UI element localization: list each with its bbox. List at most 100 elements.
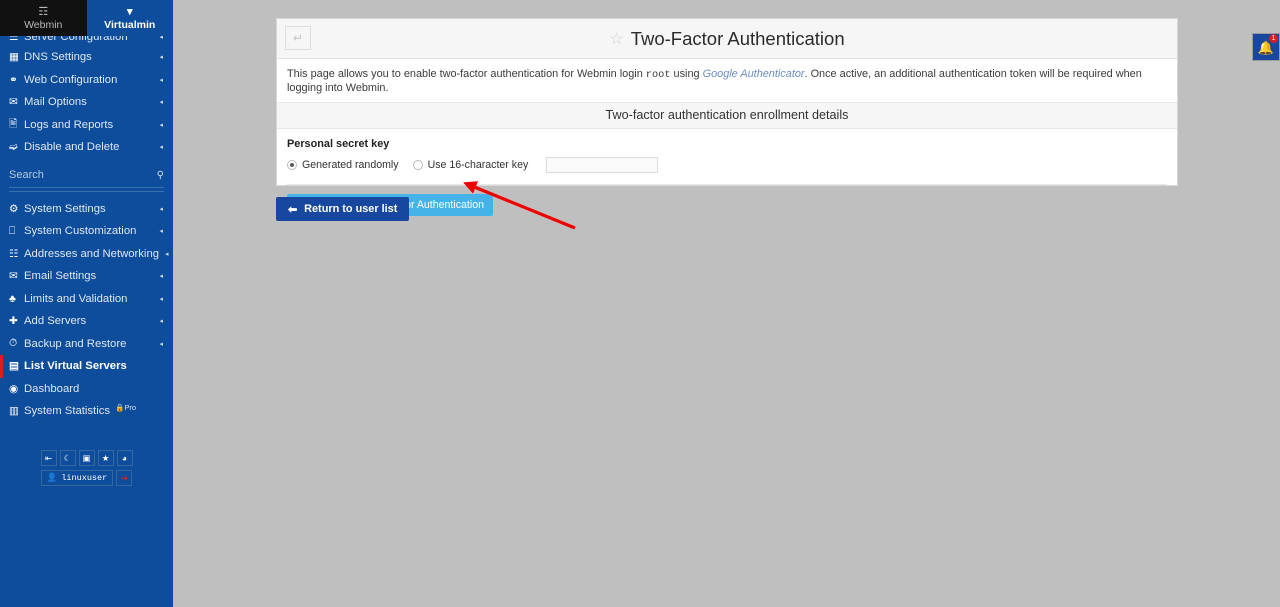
sidebar-item-web-configuration[interactable]: ⚭ Web Configuration ◂ xyxy=(0,69,173,92)
terminal-icon[interactable]: ▣ xyxy=(79,450,95,466)
sidebar-item-add-servers[interactable]: ✚ Add Servers ◂ xyxy=(0,310,173,333)
plug-icon: ➫ xyxy=(9,141,24,153)
globe-icon: ⚭ xyxy=(9,74,24,86)
sidebar-item-system-statistics[interactable]: ▥ System Statistics 🔒Pro xyxy=(0,400,173,423)
notification-count-badge: 1 xyxy=(1269,34,1278,43)
sidebar-item-dashboard[interactable]: ◉ Dashboard xyxy=(0,378,173,401)
return-to-user-list-button[interactable]: ⬅ Return to user list xyxy=(276,197,409,221)
sidebar-item-label: Add Servers xyxy=(24,315,153,327)
favorites-star-icon[interactable]: ★ xyxy=(98,450,114,466)
chevron-left-icon: ◂ xyxy=(159,272,163,280)
sidebar-item-system-settings[interactable]: ⚙ System Settings ◂ xyxy=(0,198,173,221)
dashboard-icon: ◉ xyxy=(9,383,24,395)
sidebar-item-label: Mail Options xyxy=(24,96,153,108)
panel-header: ↵ ☆ Two-Factor Authentication xyxy=(277,19,1177,59)
sidebar-item-backup-and-restore[interactable]: ⏱ Backup and Restore ◂ xyxy=(0,333,173,356)
theme-palette-icon[interactable]: ◕ xyxy=(117,450,133,466)
chevron-left-icon: ◂ xyxy=(159,53,163,61)
gear-icon: ⚙ xyxy=(9,203,24,215)
sidebar-item-label: Dashboard xyxy=(24,383,163,395)
search-placeholder: Search xyxy=(9,169,157,181)
collapse-glyph: ⇤ xyxy=(45,453,52,464)
sidebar-item-label: DNS Settings xyxy=(24,51,153,63)
dark-mode-icon[interactable]: ☾ xyxy=(60,450,76,466)
collapse-sidebar-icon[interactable]: ⇤ xyxy=(41,450,57,466)
sidebar-footer-icons: ⇤ ☾ ▣ ★ ◕ xyxy=(41,450,133,466)
pro-badge-label: Pro xyxy=(124,403,136,412)
radio-use-16-character-key[interactable] xyxy=(413,160,423,170)
chevron-down-icon: ▾ xyxy=(127,6,133,19)
sidebar-item-list-virtual-servers[interactable]: ▤ List Virtual Servers xyxy=(0,355,173,378)
form-divider xyxy=(287,184,1167,185)
sidebar-item-dns-settings[interactable]: ▦ DNS Settings ◂ xyxy=(0,46,173,69)
sidebar-item-disable-and-delete[interactable]: ➫ Disable and Delete ◂ xyxy=(0,136,173,159)
google-authenticator-link[interactable]: Google Authenticator xyxy=(703,68,805,80)
back-button[interactable]: ↵ xyxy=(285,26,311,50)
tab-virtualmin-label: Virtualmin xyxy=(104,20,155,31)
chevron-left-icon: ◂ xyxy=(159,340,163,348)
sidebar-item-label: Limits and Validation xyxy=(24,293,153,305)
page-title: ☆ Two-Factor Authentication xyxy=(277,28,1177,50)
dns-icon: ▦ xyxy=(9,51,24,63)
chevron-left-icon: ◂ xyxy=(159,98,163,106)
sidebar-item-label: Email Settings xyxy=(24,270,153,282)
chevron-left-icon: ◂ xyxy=(159,205,163,213)
sidebar-item-email-settings[interactable]: ✉ Email Settings ◂ xyxy=(0,265,173,288)
chevron-left-icon: ◂ xyxy=(159,317,163,325)
secret-key-input[interactable] xyxy=(546,157,658,173)
tab-webmin[interactable]: ☶ Webmin xyxy=(0,0,87,36)
sidebar-item-label: Backup and Restore xyxy=(24,338,153,350)
brand-tabs: ☶ Webmin ▾ Virtualmin xyxy=(0,0,173,36)
puzzle-icon: ☶ xyxy=(38,6,48,19)
two-factor-authentication-panel: ↵ ☆ Two-Factor Authentication This page … xyxy=(276,18,1178,186)
chevron-left-icon: ◂ xyxy=(159,143,163,151)
palette-glyph: ◕ xyxy=(122,453,127,463)
chevron-left-icon: ◂ xyxy=(165,250,169,258)
mail-icon: ✉ xyxy=(9,96,24,108)
chevron-left-icon: ◂ xyxy=(159,295,163,303)
return-arrow-icon: ↵ xyxy=(293,31,303,45)
enrollment-form: Personal secret key Generated randomly U… xyxy=(277,129,1177,185)
description-part2: using xyxy=(671,68,703,80)
search-icon[interactable]: ⚲ xyxy=(157,170,164,181)
envelope-icon: ✉ xyxy=(9,270,24,282)
sidebar-item-logs-and-reports[interactable]: 🖹 Logs and Reports ◂ xyxy=(0,114,173,137)
tab-virtualmin[interactable]: ▾ Virtualmin xyxy=(87,0,174,36)
history-icon: ⏱ xyxy=(9,337,24,350)
star-outline-icon[interactable]: ☆ xyxy=(609,29,623,49)
radio-use-16-character-key-label[interactable]: Use 16-character key xyxy=(428,159,529,171)
sidebar-item-label: System Customization xyxy=(24,225,153,237)
sidebar-item-label: System Settings xyxy=(24,203,153,215)
current-user[interactable]: 👤 linuxuser xyxy=(41,470,114,486)
sidebar-item-addresses-and-networking[interactable]: ☷ Addresses and Networking ◂ xyxy=(0,243,173,266)
sidebar-item-cut-off[interactable]: ☰ Server Configuration ◂ xyxy=(0,36,173,46)
chevron-left-icon: ◂ xyxy=(159,76,163,84)
sidebar-footer: ⇤ ☾ ▣ ★ ◕ 👤 linuxuser ➔ xyxy=(0,450,173,486)
sidebar-item-label: Web Configuration xyxy=(24,74,153,86)
sidebar-item-label: System Statistics xyxy=(24,405,110,417)
sidebar-item-system-customization[interactable]: ⎕ System Customization ◂ xyxy=(0,220,173,243)
sidebar-item-limits-and-validation[interactable]: ♣ Limits and Validation ◂ xyxy=(0,288,173,311)
sidebar-item-label: List Virtual Servers xyxy=(24,360,163,372)
moon-glyph: ☾ xyxy=(64,453,72,464)
terminal-glyph: ▣ xyxy=(82,453,90,464)
radio-generated-randomly-label[interactable]: Generated randomly xyxy=(302,159,399,171)
description-part1: This page allows you to enable two-facto… xyxy=(287,68,646,80)
chevron-left-icon: ◂ xyxy=(159,36,163,41)
logout-icon[interactable]: ➔ xyxy=(116,470,132,486)
notification-bell-button[interactable]: 🔔 1 xyxy=(1252,33,1280,61)
search-input[interactable]: Search ⚲ xyxy=(9,164,164,188)
sidebar-item-label: Logs and Reports xyxy=(24,119,153,131)
sidebar-item-mail-options[interactable]: ✉ Mail Options ◂ xyxy=(0,91,173,114)
server-list-icon: ▤ xyxy=(9,360,24,372)
lock-icon: 🔒 xyxy=(115,403,124,412)
sidebar-footer-user-row: 👤 linuxuser ➔ xyxy=(41,470,133,486)
sidebar-item-label: Disable and Delete xyxy=(24,141,153,153)
page-title-text: Two-Factor Authentication xyxy=(631,28,845,50)
radio-generated-randomly[interactable] xyxy=(287,160,297,170)
monitor-icon: ⎕ xyxy=(9,225,24,238)
network-icon: ☷ xyxy=(9,248,24,260)
sliders-icon: ☰ xyxy=(9,36,24,43)
tab-webmin-label: Webmin xyxy=(24,20,62,31)
file-icon: 🖹 xyxy=(9,116,24,134)
